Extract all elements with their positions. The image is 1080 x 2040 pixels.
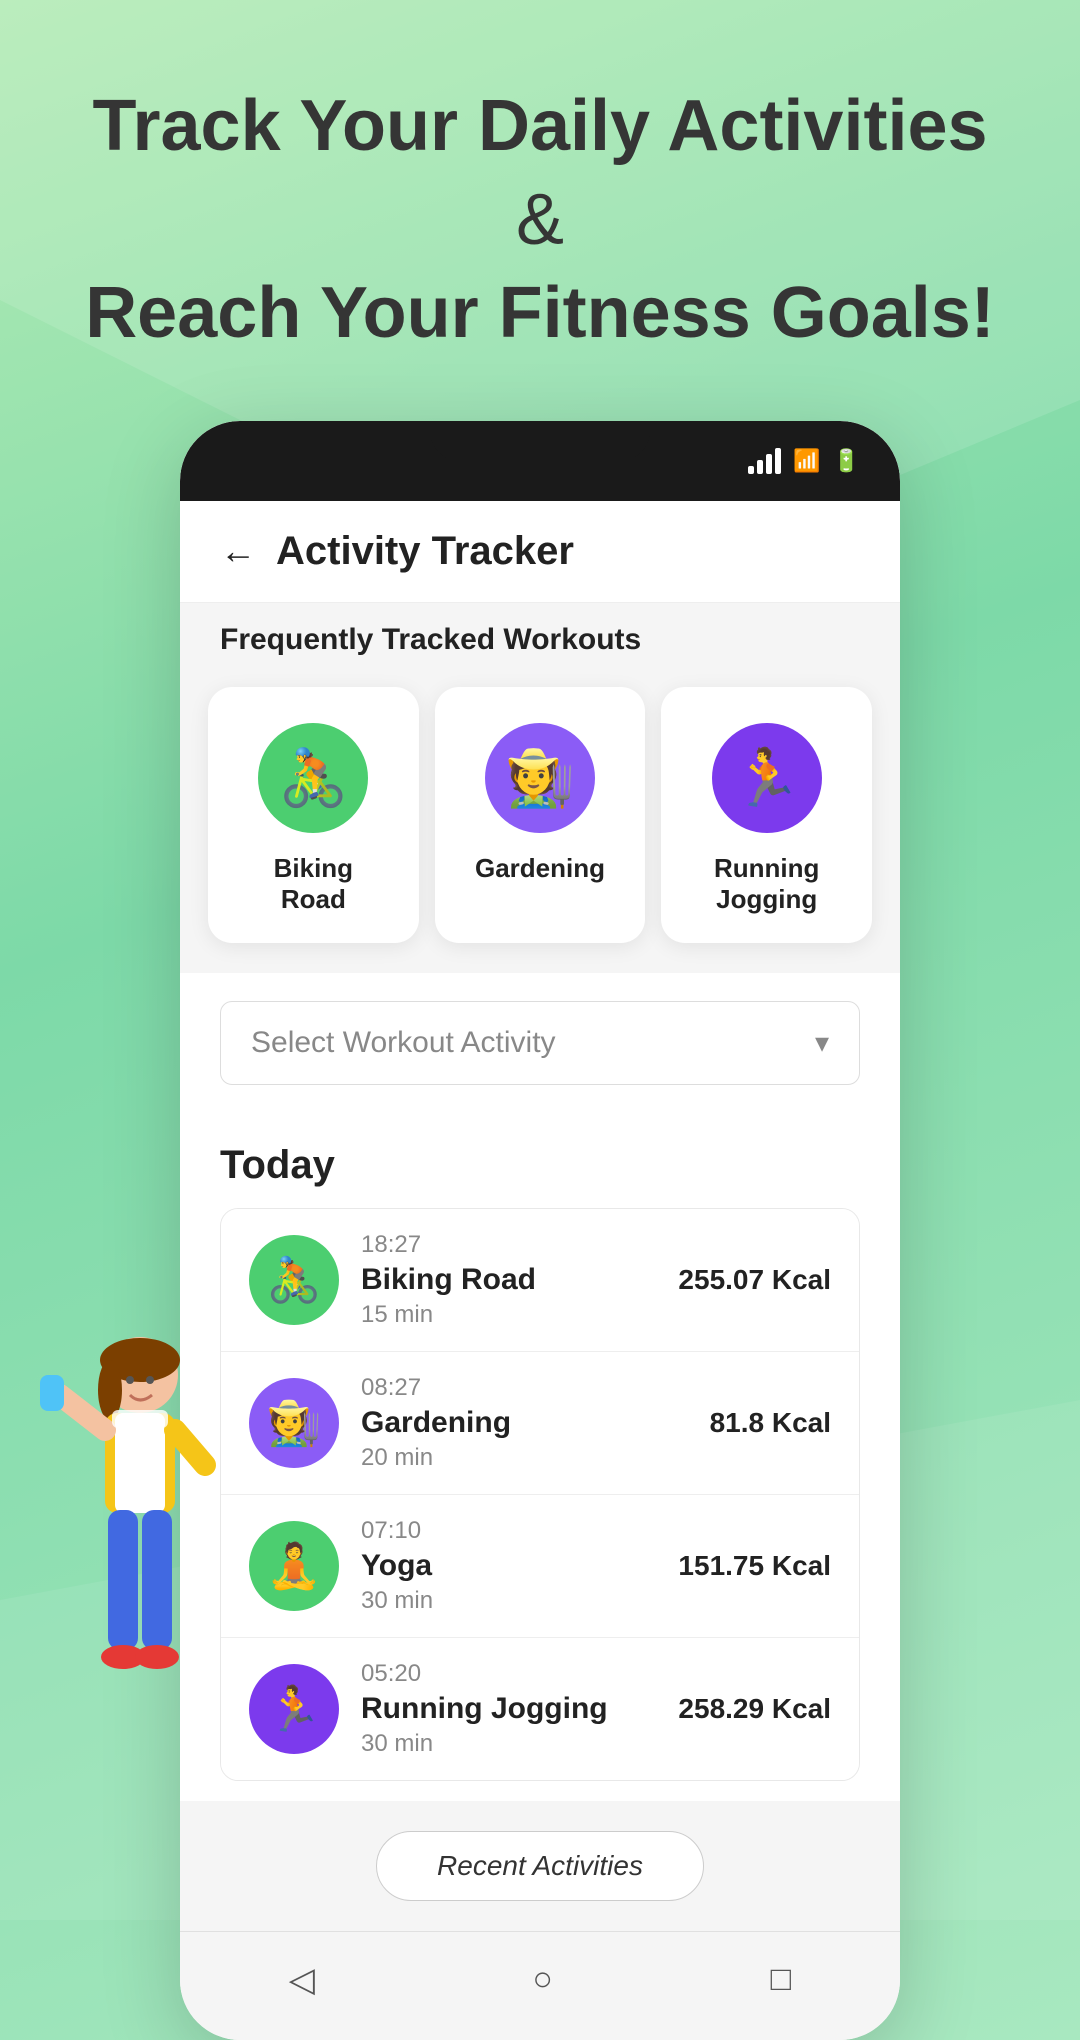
nav-home-icon[interactable]: ○ (533, 1960, 554, 1999)
activity-card[interactable]: 🏃 Running Jogging (661, 687, 872, 943)
activity-cards-list: 🚴 Biking Road 🧑‍🌾 Gardening 🏃 Running Jo… (200, 677, 880, 973)
phone-notch (430, 421, 650, 461)
activity-card-icon: 🏃 (712, 723, 822, 833)
today-title: Today (220, 1113, 860, 1208)
activity-item-duration: 15 min (361, 1301, 656, 1329)
activity-list: 🚴 18:27 Biking Road 15 min 255.07 Kcal 🧑… (220, 1208, 860, 1781)
activity-item-info: 18:27 Biking Road 15 min (361, 1231, 656, 1329)
activity-item-name: Running Jogging (361, 1692, 656, 1726)
bottom-navigation: ◁ ○ □ (180, 1931, 900, 2040)
activity-item-info: 05:20 Running Jogging 30 min (361, 1660, 656, 1758)
hero-daily: Daily Activities (478, 86, 988, 166)
page-title: Activity Tracker (276, 529, 574, 574)
frequently-tracked-label: Frequently Tracked Workouts (180, 603, 900, 677)
dropdown-wrapper: Select Workout Activity ▾ (180, 973, 900, 1113)
activity-item-name: Biking Road (361, 1263, 656, 1297)
app-header: ← Activity Tracker (180, 501, 900, 603)
back-button[interactable]: ← (220, 530, 256, 572)
activity-item-duration: 30 min (361, 1587, 656, 1615)
activity-item-icon: 🧑‍🌾 (249, 1378, 339, 1468)
table-row[interactable]: 🏃 05:20 Running Jogging 30 min 258.29 Kc… (221, 1638, 859, 1780)
activity-card-label: Gardening (475, 853, 605, 884)
activity-item-kcal: 81.8 Kcal (710, 1407, 831, 1439)
hero-section: Track Your Daily Activities & Reach Your… (0, 0, 1080, 401)
activity-item-kcal: 255.07 Kcal (678, 1264, 831, 1296)
nav-recents-icon[interactable]: □ (771, 1960, 792, 1999)
activity-item-time: 05:20 (361, 1660, 656, 1688)
activity-item-time: 07:10 (361, 1517, 656, 1545)
dropdown-placeholder: Select Workout Activity (251, 1026, 556, 1060)
fitness-girl-illustration (30, 1315, 250, 1740)
hero-track: Track Your (92, 86, 478, 166)
activity-item-name: Yoga (361, 1549, 656, 1583)
activity-card-icon: 🧑‍🌾 (485, 723, 595, 833)
recent-activities-wrapper: Recent Activities (180, 1801, 900, 1931)
signal-icon (748, 448, 781, 474)
activity-item-time: 18:27 (361, 1231, 656, 1259)
dropdown-arrow-icon: ▾ (815, 1026, 829, 1059)
hero-ampersand: & (516, 180, 564, 260)
activity-item-time: 08:27 (361, 1374, 688, 1402)
activity-cards-section: 🚴 Biking Road 🧑‍🌾 Gardening 🏃 Running Jo… (180, 677, 900, 973)
activity-item-duration: 20 min (361, 1444, 688, 1472)
today-section: Today 🚴 18:27 Biking Road 15 min 255.07 … (180, 1113, 900, 1801)
recent-activities-button[interactable]: Recent Activities (376, 1831, 704, 1901)
hero-reach: Reach Your Fitness Goals! (85, 273, 995, 353)
activity-item-icon: 🚴 (249, 1235, 339, 1325)
activity-item-kcal: 151.75 Kcal (678, 1550, 831, 1582)
table-row[interactable]: 🧑‍🌾 08:27 Gardening 20 min 81.8 Kcal (221, 1352, 859, 1495)
status-icons: 📶 🔋 (748, 448, 860, 474)
activity-item-duration: 30 min (361, 1730, 656, 1758)
activity-item-info: 07:10 Yoga 30 min (361, 1517, 656, 1615)
activity-card-label: Biking Road (238, 853, 389, 915)
activity-item-info: 08:27 Gardening 20 min (361, 1374, 688, 1472)
activity-card-icon: 🚴 (258, 723, 368, 833)
table-row[interactable]: 🚴 18:27 Biking Road 15 min 255.07 Kcal (221, 1209, 859, 1352)
activity-card-label: Running Jogging (691, 853, 842, 915)
nav-back-icon[interactable]: ◁ (289, 1960, 315, 2000)
activity-item-icon: 🧘 (249, 1521, 339, 1611)
activity-item-kcal: 258.29 Kcal (678, 1693, 831, 1725)
activity-item-icon: 🏃 (249, 1664, 339, 1754)
battery-icon: 🔋 (833, 448, 860, 474)
activity-card[interactable]: 🚴 Biking Road (208, 687, 419, 943)
workout-dropdown[interactable]: Select Workout Activity ▾ (220, 1001, 860, 1085)
phone-status-bar: 📶 🔋 (180, 421, 900, 501)
activity-card[interactable]: 🧑‍🌾 Gardening (435, 687, 646, 943)
table-row[interactable]: 🧘 07:10 Yoga 30 min 151.75 Kcal (221, 1495, 859, 1638)
activity-item-name: Gardening (361, 1406, 688, 1440)
phone-mockup: 📶 🔋 ← Activity Tracker Frequently Tracke… (0, 421, 1080, 2040)
phone-frame: 📶 🔋 ← Activity Tracker Frequently Tracke… (180, 421, 900, 2040)
wifi-icon: 📶 (793, 448, 820, 474)
